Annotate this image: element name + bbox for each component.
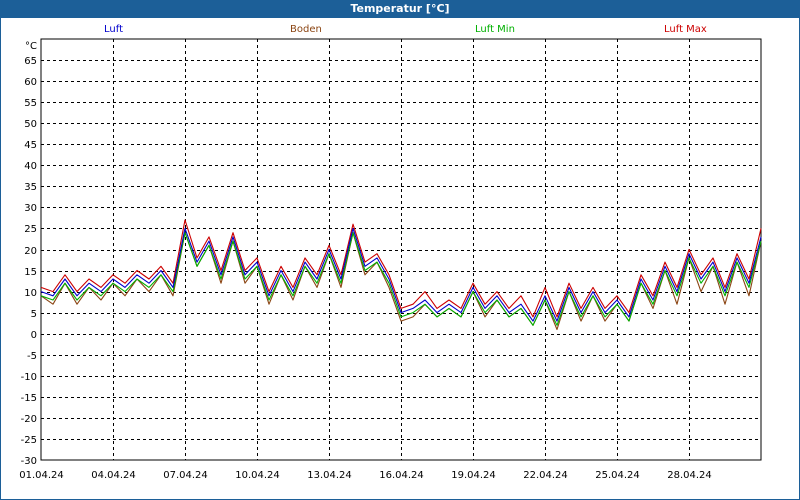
x-tick-label: 19.04.24 <box>451 470 496 481</box>
y-tick-label: -15 <box>21 393 37 404</box>
y-tick-label: 45 <box>24 140 37 151</box>
x-tick-label: 07.04.24 <box>163 470 208 481</box>
y-tick-label: -25 <box>21 435 37 446</box>
temperature-chart: 65605550454035302520151050-5-10-15-20-25… <box>19 38 762 481</box>
y-tick-label: 35 <box>24 182 37 193</box>
y-tick-label: -10 <box>21 372 37 383</box>
x-tick-label: 16.04.24 <box>379 470 424 481</box>
y-tick-label: 60 <box>24 77 37 88</box>
y-tick-label: 30 <box>24 203 37 214</box>
y-tick-label: 40 <box>24 161 37 172</box>
y-axis-unit: °C <box>25 41 37 52</box>
x-tick-label: 22.04.24 <box>523 470 568 481</box>
x-tick-label: 25.04.24 <box>595 470 640 481</box>
y-tick-label: 0 <box>31 330 37 341</box>
y-tick-label: -30 <box>21 456 37 467</box>
y-tick-label: 20 <box>24 246 37 257</box>
y-tick-label: 5 <box>31 309 37 320</box>
x-tick-label: 10.04.24 <box>235 470 280 481</box>
y-tick-label: 25 <box>24 224 37 235</box>
x-tick-label: 04.04.24 <box>91 470 136 481</box>
y-tick-label: 10 <box>24 288 37 299</box>
y-tick-label: 15 <box>24 267 37 278</box>
y-tick-label: -20 <box>21 414 37 425</box>
x-tick-label: 28.04.24 <box>667 470 712 481</box>
x-tick-label: 13.04.24 <box>307 470 352 481</box>
y-tick-label: 55 <box>24 98 37 109</box>
x-tick-label: 01.04.24 <box>19 470 64 481</box>
y-tick-label: 50 <box>24 119 37 130</box>
y-tick-label: 65 <box>24 56 37 67</box>
y-tick-label: -5 <box>27 351 37 362</box>
